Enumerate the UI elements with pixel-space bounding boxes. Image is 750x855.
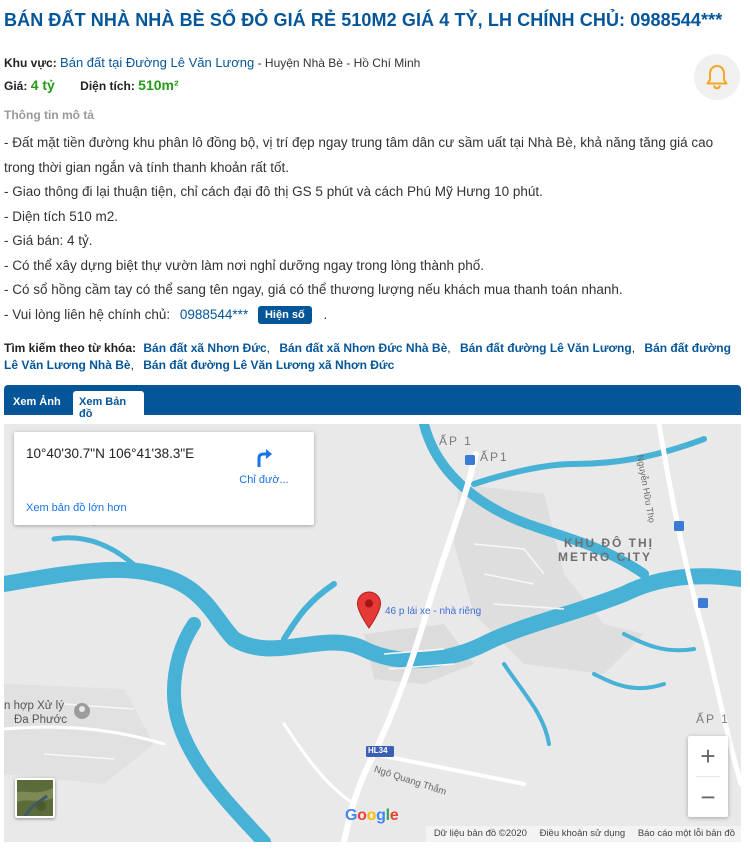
keyword-link[interactable]: Bán đất đường Lê Văn Lương xã Nhơn Đức — [143, 358, 394, 372]
map-area-name-line: METRO CITY — [558, 550, 652, 564]
view-larger-map-link[interactable]: Xem bản đồ lớn hơn — [26, 502, 127, 514]
map-place-label: ẤP1 — [480, 450, 509, 464]
tab-map[interactable]: Xem Bản đồ — [73, 391, 144, 420]
contact-phone: 0988544*** — [179, 306, 249, 322]
price-row: Giá: 4 tỷ Diện tích: 510m² — [4, 77, 179, 93]
keyword-section: Tìm kiếm theo từ khóa: Bán đất xã Nhơn Đ… — [4, 341, 731, 372]
map-footer: Dữ liệu bản đồ ©2020 Điều khoản sử dụng … — [425, 826, 741, 842]
map-coordinates: 10°40'30.7"N 106°41'38.3"E — [26, 446, 195, 461]
description-heading: Thông tin mô tả — [4, 108, 94, 122]
map-place-label: ẤP 1 — [439, 434, 473, 448]
directions-button[interactable]: Chỉ đườ... — [232, 447, 296, 486]
description-line: - Giao thông đi lại thuận tiện, chỉ cách… — [4, 184, 543, 199]
map-view[interactable]: ẤP 1 ẤP1 ẤP 1 KHU ĐÔ THỊ METRO CITY n hợ… — [4, 424, 741, 842]
zoom-out-button[interactable]: − — [688, 777, 728, 817]
terms-link[interactable]: Điều khoản sử dụng — [540, 828, 626, 839]
map-place-label: Đa Phước — [14, 714, 67, 726]
contact-line: - Vui lòng liên hệ chính chủ: 0988544***… — [4, 303, 746, 328]
description-body: - Đất mặt tiền đường khu phân lô đồng bộ… — [4, 131, 746, 327]
pin-label: 46 p lái xe - nhà riêng — [385, 606, 482, 617]
description-line: - Giá bán: 4 tỷ. — [4, 233, 93, 248]
tab-photos[interactable]: Xem Ảnh — [7, 391, 67, 415]
description-line: - Diện tích 510 m2. — [4, 208, 119, 224]
listing-title: BÁN ĐẤT NHÀ NHÀ BÈ SỔ ĐỎ GIÁ RẺ 510M2 GI… — [4, 10, 723, 30]
price-value: 4 tỷ — [30, 77, 55, 93]
area-row: Khu vực: Bán đất tại Đường Lê Văn Lương … — [4, 55, 420, 70]
map-data-credit: Dữ liệu bản đồ ©2020 — [433, 828, 527, 839]
road-badge: HL34 — [368, 746, 388, 755]
contact-prefix: - Vui lòng liên hệ chính chủ: — [4, 306, 171, 322]
map-place-label: n hợp Xử lý — [4, 700, 64, 712]
zoom-control: + − — [688, 736, 728, 817]
price-label: Giá: — [4, 79, 28, 93]
satellite-toggle-button[interactable] — [15, 778, 55, 818]
keyword-link[interactable]: Bán đất đường Lê Văn Lương — [460, 341, 632, 355]
map-info-card: 10°40'30.7"N 106°41'38.3"E Chỉ đườ... Xe… — [14, 432, 314, 525]
size-value: 510m² — [138, 77, 179, 93]
description-line: - Có thể xây dựng biệt thự vườn làm nơi … — [4, 257, 484, 273]
description-line: trong thời gian ngắn và tính thanh khoản… — [4, 159, 290, 175]
area-link[interactable]: Bán đất tại Đường Lê Văn Lương — [60, 55, 254, 70]
contact-suffix: . — [323, 306, 328, 322]
zoom-in-button[interactable]: + — [688, 736, 728, 776]
location-pin-icon[interactable] — [356, 591, 382, 629]
satellite-thumbnail-icon — [17, 780, 53, 816]
keyword-link[interactable]: Bán đất xã Nhơn Đức — [143, 341, 266, 355]
report-error-link[interactable]: Báo cáo một lỗi bản đồ — [638, 828, 735, 839]
directions-icon — [257, 449, 272, 467]
description-line: - Có sổ hồng cầm tay có thể sang tên nga… — [4, 282, 623, 297]
show-number-button[interactable]: Hiện số — [257, 305, 312, 324]
map-area-name: KHU ĐÔ THỊ METRO CITY — [558, 536, 654, 564]
map-area-name-line: KHU ĐÔ THỊ — [564, 536, 654, 550]
directions-label: Chỉ đườ... — [239, 474, 289, 486]
description-line: - Đất mặt tiền đường khu phân lô đồng bộ… — [4, 135, 714, 150]
map-tab-bar: Xem Ảnh Xem Bản đồ — [4, 385, 741, 420]
notification-bell-button[interactable] — [694, 54, 740, 100]
bell-icon — [706, 65, 728, 90]
google-logo: Google — [345, 807, 399, 824]
size-label: Diện tích: — [80, 79, 135, 93]
area-rest: - Huyện Nhà Bè - Hồ Chí Minh — [254, 56, 421, 70]
map-place-label: ẤP 1 — [696, 712, 730, 726]
keyword-label: Tìm kiếm theo từ khóa: — [4, 341, 137, 355]
area-label: Khu vực: — [4, 56, 57, 70]
keyword-link[interactable]: Bán đất xã Nhơn Đức Nhà Bè — [279, 341, 447, 355]
